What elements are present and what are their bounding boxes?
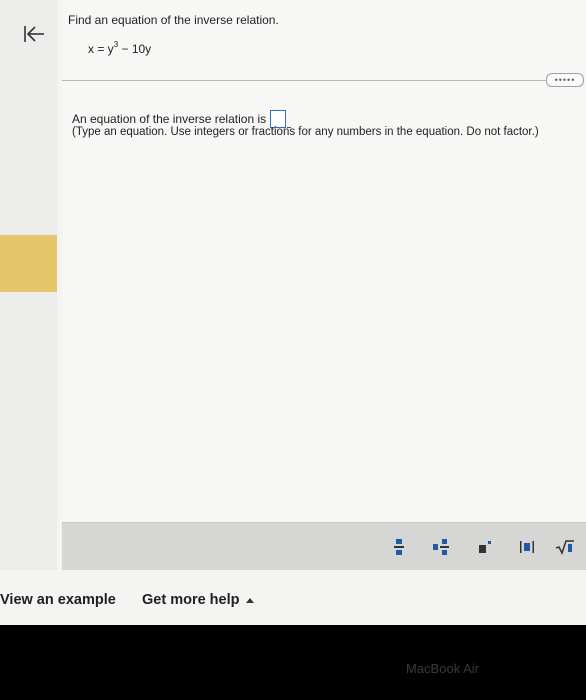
caret-up-icon	[245, 597, 254, 603]
more-dots: •••••	[554, 74, 576, 85]
mixed-number-icon[interactable]	[426, 533, 456, 561]
answer-lead-text: An equation of the inverse relation is	[72, 112, 267, 126]
screen: Find an equation of the inverse relation…	[0, 0, 586, 625]
device-bezel-label: MacBook Air	[406, 661, 479, 676]
absolute-value-icon[interactable]	[512, 533, 542, 561]
collapse-left-icon[interactable]	[22, 24, 46, 44]
given-equation: x = y3 − 10y	[88, 40, 152, 56]
square-root-icon[interactable]	[550, 533, 580, 561]
fraction-icon[interactable]	[384, 533, 414, 561]
get-more-help-label: Get more help	[142, 592, 240, 608]
get-more-help-button[interactable]: Get more help	[142, 592, 254, 608]
expand-more-button[interactable]: •••••	[546, 73, 584, 87]
answer-instructions: (Type an equation. Use integers or fract…	[72, 126, 539, 138]
rail-highlight	[0, 235, 57, 292]
equation-lhs: x = y	[88, 42, 114, 56]
view-example-link[interactable]: View an example	[0, 592, 116, 608]
left-rail	[0, 0, 57, 625]
section-divider	[62, 80, 550, 81]
equation-exponent: 3	[113, 40, 119, 49]
question-panel	[62, 0, 586, 570]
equation-rhs: − 10y	[118, 42, 152, 56]
question-prompt: Find an equation of the inverse relation…	[68, 13, 279, 27]
math-toolbar	[62, 522, 586, 571]
exponent-icon[interactable]	[470, 533, 500, 561]
